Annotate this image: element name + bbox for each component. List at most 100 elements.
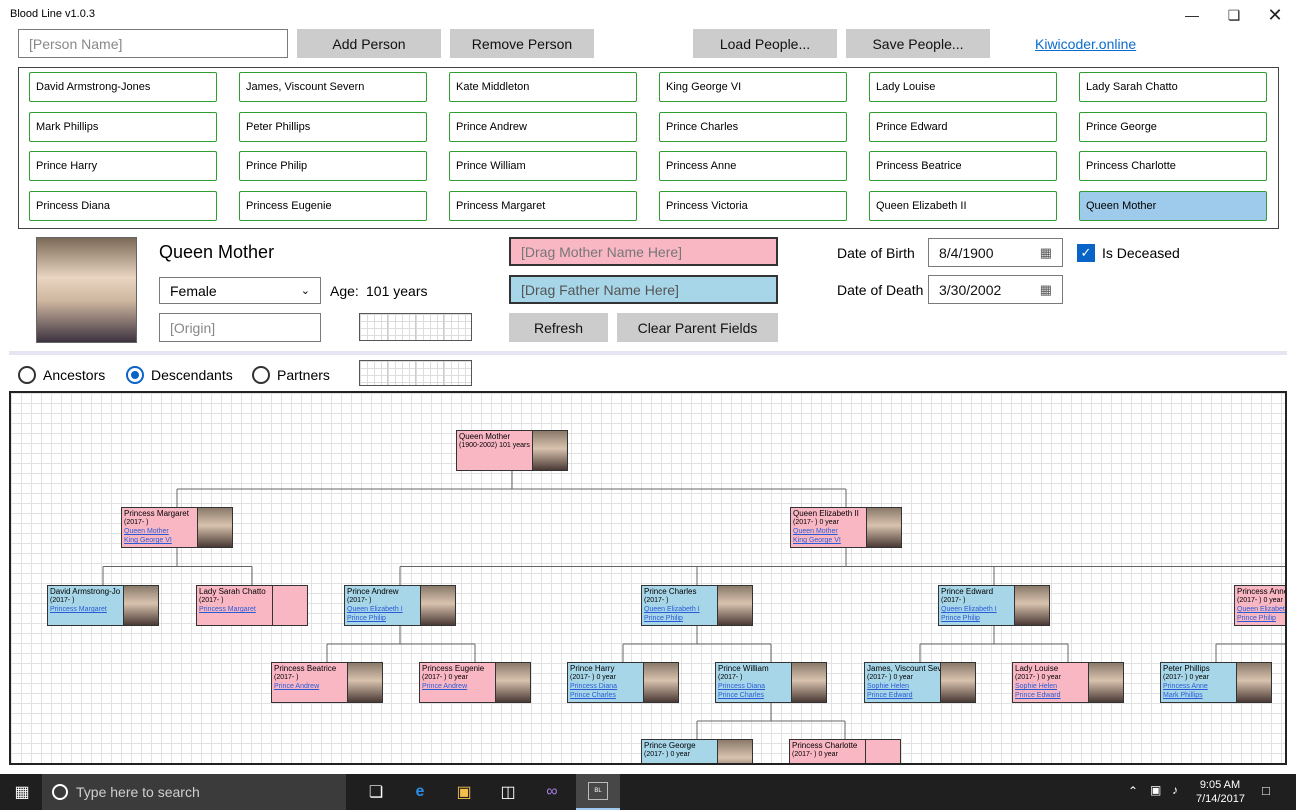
person-chip[interactable]: Queen Mother xyxy=(1079,191,1267,221)
tree-node-pw[interactable]: Prince William (2017- ) Princess Diana Prin… xyxy=(715,662,827,703)
person-chip[interactable]: Queen Elizabeth II xyxy=(869,191,1057,221)
person-chip[interactable]: Prince Philip xyxy=(239,151,427,181)
remove-person-button[interactable]: Remove Person xyxy=(450,29,594,58)
person-chip[interactable]: Prince Charles xyxy=(659,112,847,142)
file-explorer-icon[interactable]: ▣ xyxy=(442,774,486,810)
tree-node-pe[interactable]: Prince Edward (2017- ) Queen Elizabeth I Pr… xyxy=(938,585,1050,626)
close-icon[interactable]: ✕ xyxy=(1252,0,1296,30)
person-chip[interactable]: King George VI xyxy=(659,72,847,102)
tree-node-father-link[interactable]: Prince Edward xyxy=(1015,691,1086,700)
notifications-icon[interactable]: □ xyxy=(1262,783,1270,798)
add-person-button[interactable]: Add Person xyxy=(297,29,441,58)
tree-node-father-link[interactable]: Prince Philip xyxy=(941,614,1012,623)
person-chip[interactable]: Princess Margaret xyxy=(449,191,637,221)
is-deceased-checkbox[interactable]: ✓ xyxy=(1077,244,1095,262)
person-chip[interactable]: Prince George xyxy=(1079,112,1267,142)
network-icon[interactable]: ▣ xyxy=(1150,783,1161,797)
tree-node-mother-link[interactable]: Queen Elizabeth xyxy=(1237,605,1285,614)
refresh-button[interactable]: Refresh xyxy=(509,313,608,342)
tree-node-father-link[interactable]: King George VI xyxy=(793,536,864,545)
taskbar-search-box[interactable]: Type here to search xyxy=(42,774,346,810)
tree-node-father-link[interactable]: Prince Charles xyxy=(570,691,641,700)
tree-node-jvs[interactable]: James, Viscount Sev (2017- ) 0 year Sophie… xyxy=(864,662,976,703)
person-chip[interactable]: Princess Eugenie xyxy=(239,191,427,221)
ancestors-radio[interactable] xyxy=(18,366,36,384)
person-chip[interactable]: Lady Sarah Chatto xyxy=(1079,72,1267,102)
tree-node-pp[interactable]: Peter Phillips (2017- ) 0 year Princess An… xyxy=(1160,662,1272,703)
date-of-birth-picker[interactable]: 8/4/1900 ▦ xyxy=(928,238,1063,267)
mini-grid-bottom[interactable] xyxy=(359,360,472,386)
tree-node-father-link[interactable]: Mark Phillips xyxy=(1163,691,1234,700)
date-of-death-picker[interactable]: 3/30/2002 ▦ xyxy=(928,275,1063,304)
tree-node-mother-link[interactable]: Princess Anne xyxy=(1163,682,1234,691)
tree-node-pb[interactable]: Princess Beatrice (2017- ) Prince Andrew xyxy=(271,662,383,703)
tree-node-mother-link[interactable]: Princess Margaret xyxy=(199,605,270,614)
tree-node-pch[interactable]: Princess Charlotte (2017- ) 0 year xyxy=(789,739,901,763)
mother-drop-field[interactable]: [Drag Mother Name Here] xyxy=(509,237,778,266)
tree-node-mother-link[interactable]: Queen Mother xyxy=(793,527,864,536)
task-view-icon[interactable]: ❏ xyxy=(354,774,398,810)
tree-node-mother-link[interactable]: Sophie Helen xyxy=(867,682,938,691)
tree-node-mother-link[interactable]: Queen Elizabeth I xyxy=(644,605,715,614)
save-people-button[interactable]: Save People... xyxy=(846,29,990,58)
edge-browser-icon[interactable]: e xyxy=(398,774,442,810)
person-name-input[interactable]: [Person Name] xyxy=(18,29,288,58)
person-chip[interactable]: Mark Phillips xyxy=(29,112,217,142)
tree-node-pm[interactable]: Princess Margaret (2017- ) Queen Mother Kin… xyxy=(121,507,233,548)
person-chip[interactable]: Princess Beatrice xyxy=(869,151,1057,181)
tree-node-ll[interactable]: Lady Louise (2017- ) 0 year Sophie Helen Pr… xyxy=(1012,662,1124,703)
tree-node-father-link[interactable]: Prince Philip xyxy=(644,614,715,623)
partners-radio[interactable] xyxy=(252,366,270,384)
store-icon[interactable]: ◫ xyxy=(486,774,530,810)
person-chip[interactable]: Princess Charlotte xyxy=(1079,151,1267,181)
father-drop-field[interactable]: [Drag Father Name Here] xyxy=(509,275,778,304)
tree-node-ph[interactable]: Prince Harry (2017- ) 0 year Princess Dian… xyxy=(567,662,679,703)
visual-studio-icon[interactable]: ∞ xyxy=(530,774,574,810)
tray-chevron-icon[interactable]: ⌃ xyxy=(1128,784,1138,798)
tree-node-peu[interactable]: Princess Eugenie (2017- ) 0 year Prince An… xyxy=(419,662,531,703)
person-chip[interactable]: Lady Louise xyxy=(869,72,1057,102)
tree-node-pan[interactable]: Princess Anne (2017- ) 0 year Queen Elizab… xyxy=(1234,585,1285,626)
calendar-icon[interactable]: ▦ xyxy=(1040,282,1052,298)
person-chip[interactable]: Princess Diana xyxy=(29,191,217,221)
tree-node-father-link[interactable]: King George VI xyxy=(124,536,195,545)
website-link[interactable]: Kiwicoder.online xyxy=(1035,36,1136,52)
windows-start-icon[interactable]: ▦ xyxy=(0,774,44,810)
tree-node-qm[interactable]: Queen Mother (1900-2002) 101 years xyxy=(456,430,568,471)
tree-node-mother-link[interactable]: Queen Mother xyxy=(124,527,195,536)
descendants-radio[interactable] xyxy=(126,366,144,384)
person-chip[interactable]: Princess Anne xyxy=(659,151,847,181)
minimize-icon[interactable]: — xyxy=(1169,0,1215,30)
tree-node-mother-link[interactable]: Queen Elizabeth I xyxy=(941,605,1012,614)
load-people-button[interactable]: Load People... xyxy=(693,29,837,58)
tree-node-qe[interactable]: Queen Elizabeth II (2017- ) 0 year Queen M… xyxy=(790,507,902,548)
person-chip[interactable]: Prince Harry xyxy=(29,151,217,181)
tree-node-mother-link[interactable]: Queen Elizabeth I xyxy=(347,605,418,614)
tree-node-pc[interactable]: Prince Charles (2017- ) Queen Elizabeth IP… xyxy=(641,585,753,626)
person-chip[interactable]: Prince Edward xyxy=(869,112,1057,142)
calendar-icon[interactable]: ▦ xyxy=(1040,245,1052,261)
tree-node-mother-link[interactable]: Prince Andrew xyxy=(422,682,493,691)
tree-node-mother-link[interactable]: Princess Diana xyxy=(570,682,641,691)
tree-node-mother-link[interactable]: Princess Diana xyxy=(718,682,789,691)
tree-node-father-link[interactable]: Prince Philip xyxy=(347,614,418,623)
tree-node-mother-link[interactable]: Sophie Helen xyxy=(1015,682,1086,691)
person-chip[interactable]: Princess Victoria xyxy=(659,191,847,221)
person-chip[interactable]: Prince Andrew xyxy=(449,112,637,142)
tree-node-pg[interactable]: Prince George (2017- ) 0 year xyxy=(641,739,753,763)
tree-node-father-link[interactable]: Prince Philip xyxy=(1237,614,1285,623)
person-chip[interactable]: Prince William xyxy=(449,151,637,181)
tree-node-lsc[interactable]: Lady Sarah Chatto (2017- ) Princess Margar… xyxy=(196,585,308,626)
tree-node-father-link[interactable]: Prince Charles xyxy=(718,691,789,700)
person-chip[interactable]: David Armstrong-Jones xyxy=(29,72,217,102)
tree-node-mother-link[interactable]: Princess Margaret xyxy=(50,605,121,614)
tree-node-pa[interactable]: Prince Andrew (2017- ) Queen Elizabeth I Pr… xyxy=(344,585,456,626)
person-chip[interactable]: James, Viscount Severn xyxy=(239,72,427,102)
tree-node-mother-link[interactable]: Prince Andrew xyxy=(274,682,345,691)
volume-icon[interactable]: ♪ xyxy=(1172,783,1178,797)
tree-node-father-link[interactable]: Prince Edward xyxy=(867,691,938,700)
clear-parent-fields-button[interactable]: Clear Parent Fields xyxy=(617,313,778,342)
mini-grid-top[interactable] xyxy=(359,313,472,341)
family-tree-canvas[interactable]: Queen Mother (1900-2002) 101 years Princes… xyxy=(9,391,1287,765)
person-chip[interactable]: Peter Phillips xyxy=(239,112,427,142)
